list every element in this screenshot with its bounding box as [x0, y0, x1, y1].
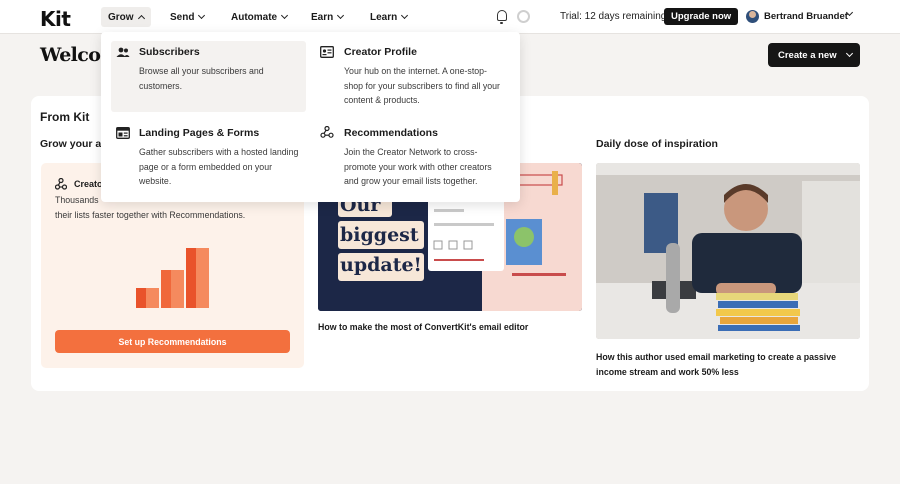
chevron-down-icon	[281, 11, 289, 20]
desc-line: Join the Creator Network to cross-	[344, 147, 478, 157]
desc-line: content & products.	[344, 95, 420, 105]
nav-earn[interactable]: Earn	[304, 7, 350, 27]
menu-item-creator-profile-desc: Your hub on the internet. A one-stop- sh…	[344, 64, 500, 108]
nav-grow-label: Grow	[108, 11, 134, 23]
trial-status: Trial: 12 days remaining	[560, 11, 667, 22]
loading-spinner-icon	[517, 10, 530, 23]
nav-send-label: Send	[170, 11, 195, 23]
profile-card-icon	[320, 46, 334, 58]
desc-line: Gather subscribers with a hosted landing	[139, 147, 299, 157]
menu-item-creator-profile-title: Creator Profile	[344, 46, 417, 58]
nav-earn-label: Earn	[311, 11, 334, 23]
section-title: From Kit	[40, 110, 90, 124]
desc-line: shop for your subscribers to find all yo…	[344, 80, 500, 91]
headline-line-2: biggest	[340, 224, 419, 246]
email-editor-article-link[interactable]: How to make the most of ConvertKit's ema…	[318, 322, 528, 332]
daily-inspiration-title: Daily dose of inspiration	[596, 138, 718, 150]
setup-recommendations-button[interactable]: Set up Recommendations	[55, 330, 290, 353]
desc-line: customers.	[139, 80, 183, 91]
desc-line: Your hub on the internet. A one-stop-	[344, 66, 487, 76]
desc-line: Browse all your subscribers and	[139, 66, 264, 76]
menu-item-landing-pages-desc: Gather subscribers with a hosted landing…	[139, 145, 298, 189]
chevron-down-icon	[845, 49, 853, 58]
desc-line: page or a form embedded on your	[139, 161, 273, 172]
promo-body-line-2: their lists faster together with Recomme…	[55, 209, 246, 220]
menu-item-recommendations-desc: Join the Creator Network to cross- promo…	[344, 145, 492, 189]
kit-logo[interactable]: Kit	[40, 7, 71, 31]
menu-item-landing-pages-title: Landing Pages & Forms	[139, 127, 260, 139]
top-nav: Kit Grow Send Automate Earn Learn Trial:…	[0, 0, 900, 34]
nav-automate[interactable]: Automate	[224, 7, 294, 27]
network-icon	[320, 126, 334, 138]
headline-line-3: update!	[340, 254, 422, 276]
network-icon	[55, 178, 67, 190]
upgrade-button[interactable]: Upgrade now	[664, 8, 739, 25]
nav-grow[interactable]: Grow	[101, 7, 151, 27]
nav-send[interactable]: Send	[163, 7, 211, 27]
menu-item-recommendations-title: Recommendations	[344, 127, 438, 139]
chevron-down-icon	[401, 11, 409, 20]
menu-item-subscribers-desc: Browse all your subscribers and customer…	[139, 64, 264, 93]
users-icon	[116, 47, 130, 57]
user-name[interactable]: Bertrand Bruandet	[764, 11, 848, 22]
landing-page-icon	[116, 127, 130, 139]
author-article-link[interactable]: How this author used email marketing to …	[596, 350, 860, 379]
bell-icon[interactable]	[497, 10, 507, 24]
desc-line: website.	[139, 176, 172, 186]
nav-learn[interactable]: Learn	[363, 7, 414, 27]
chevron-down-icon	[337, 11, 345, 20]
nav-automate-label: Automate	[231, 11, 278, 23]
grow-dropdown-menu: Subscribers Browse all your subscribers …	[101, 32, 520, 202]
chevron-down-icon	[198, 11, 206, 20]
chevron-up-icon	[137, 14, 145, 22]
article-image-headline: Our biggest update!	[340, 190, 422, 280]
create-new-label: Create a new	[778, 49, 837, 61]
menu-item-subscribers-title: Subscribers	[139, 46, 200, 58]
create-new-button[interactable]: Create a new	[768, 43, 860, 67]
desc-line: and grow your email lists together.	[344, 176, 478, 186]
nav-learn-label: Learn	[370, 11, 398, 23]
grow-audience-title: Grow your au	[40, 138, 108, 150]
author-article-image[interactable]	[596, 163, 860, 339]
author-photo	[596, 163, 860, 339]
avatar[interactable]	[746, 10, 759, 23]
desc-line: promote your work with other creators	[344, 161, 492, 172]
growth-bars-illustration	[136, 248, 209, 308]
promo-title: Creato	[74, 179, 103, 189]
